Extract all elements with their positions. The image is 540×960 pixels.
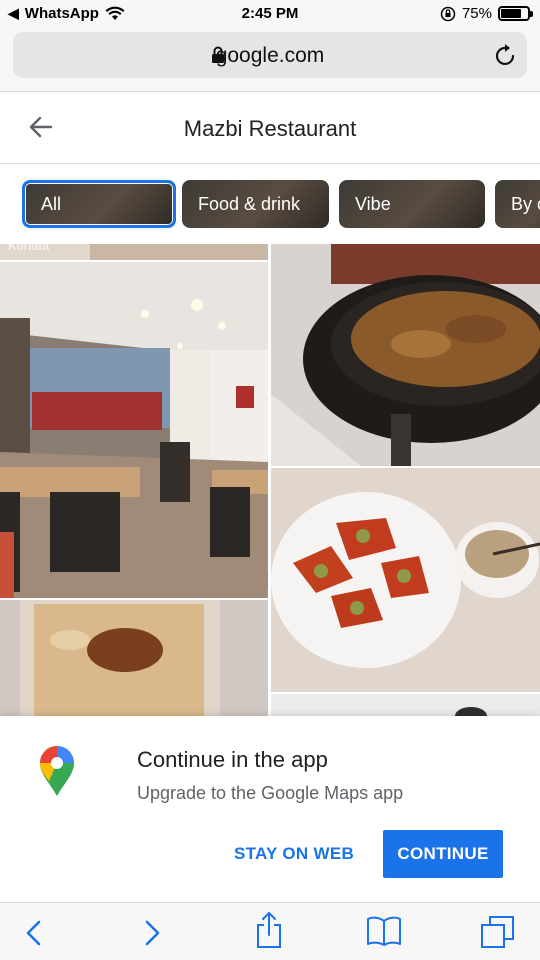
address-bar[interactable]: google.com — [13, 32, 527, 78]
photo-partial-bottom[interactable] — [271, 694, 540, 716]
chip-vibe[interactable]: Vibe — [339, 180, 485, 228]
share-icon[interactable] — [255, 911, 283, 949]
place-header: Mazbi Restaurant — [0, 92, 540, 164]
chip-label: Vibe — [355, 193, 391, 214]
browser-toolbar — [0, 902, 540, 960]
reload-icon[interactable] — [495, 43, 517, 67]
google-maps-pin-icon — [40, 746, 74, 796]
photo-caption: Kunafa — [8, 244, 50, 253]
browser-address-area: google.com — [0, 28, 540, 92]
battery-icon — [498, 6, 533, 21]
chip-by-owner[interactable]: By c — [495, 180, 540, 228]
tabs-icon[interactable] — [480, 915, 516, 949]
bookmarks-icon[interactable] — [366, 915, 402, 947]
status-bar: ◀ WhatsApp 2:45 PM 75% — [0, 0, 540, 28]
photo-partial-top[interactable]: Kunafa — [0, 244, 268, 260]
forward-icon[interactable] — [142, 919, 162, 947]
photo-restaurant-interior[interactable] — [0, 262, 268, 598]
chip-label: Food & drink — [198, 193, 301, 214]
photo-grid: Kunafa — [0, 244, 540, 716]
photo-category-chips: All Food & drink Vibe By c — [0, 164, 540, 244]
page-title: Mazbi Restaurant — [183, 116, 357, 141]
status-right: 75% — [440, 5, 533, 22]
address-domain[interactable]: google.com — [13, 44, 527, 68]
orientation-lock-icon — [440, 6, 456, 21]
photo-stew-pot[interactable] — [271, 244, 540, 466]
stay-on-web-button[interactable]: STAY ON WEB — [226, 832, 362, 876]
photo-kunafa-dessert[interactable] — [271, 468, 540, 692]
photo-flatbread[interactable] — [0, 600, 268, 716]
sheet-subtitle: Upgrade to the Google Maps app — [137, 783, 404, 803]
chip-label: All — [41, 193, 62, 214]
battery-level-fill — [501, 9, 521, 18]
app-promo-sheet: Continue in the app Upgrade to the Googl… — [0, 716, 540, 902]
chip-label: By c — [511, 193, 540, 214]
battery-percent: 75% — [461, 5, 492, 22]
back-icon[interactable] — [24, 919, 44, 947]
chip-food-drink[interactable]: Food & drink — [182, 180, 329, 228]
continue-button[interactable]: CONTINUE — [383, 830, 503, 878]
chip-all[interactable]: All — [22, 180, 176, 228]
sheet-title: Continue in the app — [137, 747, 328, 772]
